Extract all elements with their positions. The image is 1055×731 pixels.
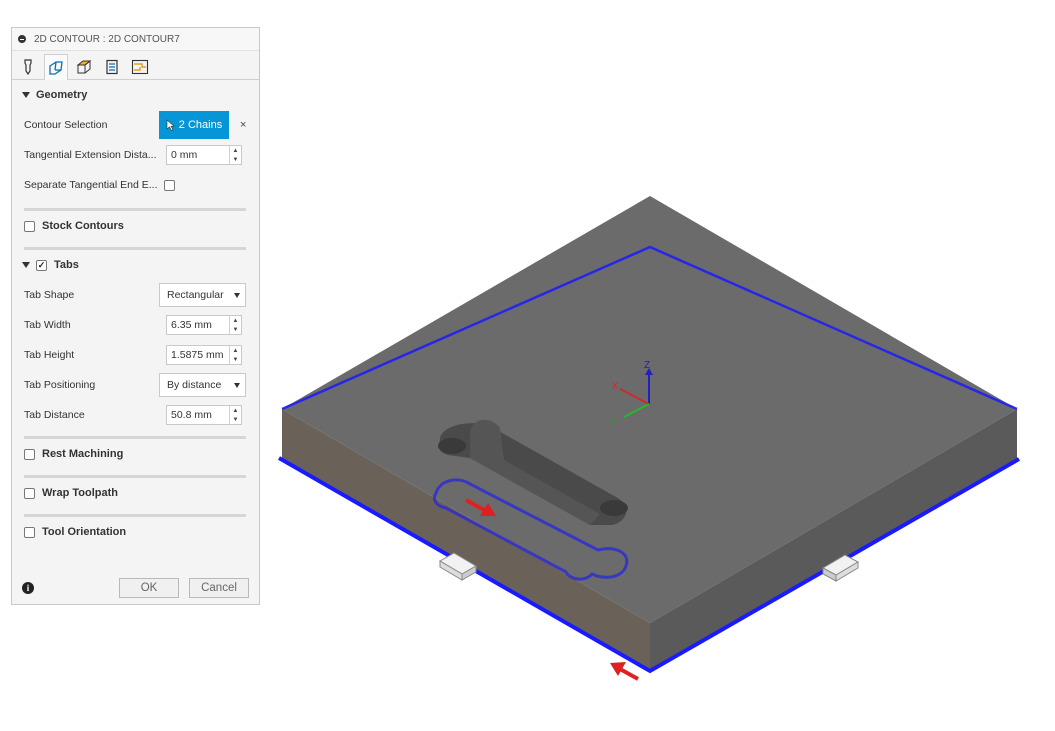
axis-x-label: X	[612, 381, 618, 391]
geometry-section-header[interactable]: Geometry	[12, 80, 259, 110]
cancel-button[interactable]: Cancel	[189, 578, 249, 598]
spin-up-icon[interactable]: ▲	[230, 146, 241, 155]
panel-title-bar: 2D CONTOUR : 2D CONTOUR7	[12, 28, 259, 51]
separate-tangential-row: Separate Tangential End E...	[12, 170, 259, 200]
clear-selection-icon[interactable]: ×	[240, 119, 246, 131]
stock-contours-section-header[interactable]: Stock Contours	[12, 211, 259, 241]
tab-shape-select[interactable]: Rectangular	[159, 283, 246, 307]
tab-width-input[interactable]: 6.35 mm ▲ ▼	[166, 315, 242, 335]
linking-icon	[131, 59, 149, 75]
contour-selection-button[interactable]: 2 Chains	[159, 111, 229, 139]
chevron-down-icon	[234, 293, 240, 298]
part-top-face	[282, 196, 1017, 623]
tab-height-input[interactable]: 1.5875 mm ▲ ▼	[166, 345, 242, 365]
tool-orientation-label: Tool Orientation	[42, 526, 127, 538]
rest-machining-label: Rest Machining	[42, 448, 124, 460]
panel-footer: i OK Cancel	[12, 572, 259, 604]
panel-title: 2D CONTOUR : 2D CONTOUR7	[34, 33, 180, 45]
tab-positioning-select[interactable]: By distance	[159, 373, 246, 397]
contour-settings-panel: 2D CONTOUR : 2D CONTOUR7 Geometry Contou…	[11, 27, 260, 605]
tool-orientation-section-header[interactable]: Tool Orientation	[12, 517, 259, 547]
tab-distance-row: Tab Distance 50.8 mm ▲ ▼	[12, 400, 259, 430]
passes-icon	[106, 59, 118, 75]
tangential-extension-row: Tangential Extension Dista... 0 mm ▲ ▼	[12, 140, 259, 170]
spin-down-icon[interactable]: ▼	[230, 325, 241, 334]
collapse-icon[interactable]	[18, 35, 26, 43]
contour-selection-button-label: 2 Chains	[178, 119, 223, 131]
stock-contours-checkbox[interactable]	[24, 220, 35, 232]
chevron-down-icon	[234, 383, 240, 388]
rest-machining-checkbox[interactable]	[24, 448, 35, 460]
spin-down-icon[interactable]: ▼	[230, 415, 241, 424]
model-viewport[interactable]: Z X Y	[270, 180, 1030, 690]
tab-positioning-label: Tab Positioning	[24, 379, 96, 391]
separate-tangential-label: Separate Tangential End E...	[24, 179, 158, 191]
wrap-toolpath-checkbox[interactable]	[24, 487, 35, 499]
tab-height-value[interactable]: 1.5875 mm	[167, 349, 229, 361]
tab-positioning-value: By distance	[167, 379, 222, 391]
tool-icon	[24, 59, 32, 75]
tab-geometry[interactable]	[44, 54, 68, 80]
expand-triangle-icon	[22, 262, 30, 268]
tab-distance-label: Tab Distance	[24, 409, 85, 421]
rest-machining-section-header[interactable]: Rest Machining	[12, 439, 259, 469]
axis-y-label: Y	[610, 417, 616, 427]
tab-distance-value[interactable]: 50.8 mm	[167, 409, 229, 421]
spin-down-icon[interactable]: ▼	[230, 355, 241, 364]
spin-up-icon[interactable]: ▲	[230, 316, 241, 325]
tangential-extension-input[interactable]: 0 mm ▲ ▼	[166, 145, 242, 165]
cursor-arrow-icon	[166, 119, 175, 131]
panel-tabs	[12, 51, 259, 80]
spin-up-icon[interactable]: ▲	[230, 406, 241, 415]
tab-heights[interactable]	[72, 55, 96, 79]
stock-contours-label: Stock Contours	[42, 220, 124, 232]
contour-selection-row: Contour Selection 2 Chains ×	[12, 110, 259, 140]
tangential-extension-value[interactable]: 0 mm	[167, 149, 229, 161]
tabs-checkbox[interactable]: ✓	[36, 259, 47, 271]
spin-up-icon[interactable]: ▲	[230, 346, 241, 355]
tab-shape-value: Rectangular	[167, 289, 224, 301]
ok-button[interactable]: OK	[119, 578, 179, 598]
contour-selection-label: Contour Selection	[24, 119, 108, 131]
separate-tangential-checkbox[interactable]	[164, 179, 175, 191]
tab-shape-label: Tab Shape	[24, 289, 75, 301]
wrap-toolpath-label: Wrap Toolpath	[42, 487, 118, 499]
tabs-header-label: Tabs	[54, 259, 79, 271]
tab-passes[interactable]	[100, 55, 124, 79]
tool-orientation-checkbox[interactable]	[24, 526, 35, 538]
tab-shape-row: Tab Shape Rectangular	[12, 280, 259, 310]
pocket-end-right	[600, 500, 628, 516]
geometry-header-label: Geometry	[36, 89, 88, 101]
info-icon[interactable]: i	[22, 582, 34, 594]
tab-distance-input[interactable]: 50.8 mm ▲ ▼	[166, 405, 242, 425]
tab-width-value[interactable]: 6.35 mm	[167, 319, 229, 331]
tab-width-label: Tab Width	[24, 319, 71, 331]
tab-height-row: Tab Height 1.5875 mm ▲ ▼	[12, 340, 259, 370]
tabs-section-header[interactable]: ✓ Tabs	[12, 250, 259, 280]
tab-height-label: Tab Height	[24, 349, 75, 361]
tab-linking[interactable]	[128, 55, 152, 79]
spin-down-icon[interactable]: ▼	[230, 155, 241, 164]
wrap-toolpath-section-header[interactable]: Wrap Toolpath	[12, 478, 259, 508]
pocket-end-left	[438, 438, 466, 454]
tangential-extension-label: Tangential Extension Dista...	[24, 149, 157, 161]
geometry-icon	[49, 60, 63, 75]
direction-arrow-start-icon	[610, 662, 639, 681]
expand-triangle-icon	[22, 92, 30, 98]
axis-z-label: Z	[644, 360, 650, 371]
tab-width-row: Tab Width 6.35 mm ▲ ▼	[12, 310, 259, 340]
tab-tool[interactable]	[16, 55, 40, 79]
heights-icon	[76, 59, 92, 74]
tab-positioning-row: Tab Positioning By distance	[12, 370, 259, 400]
